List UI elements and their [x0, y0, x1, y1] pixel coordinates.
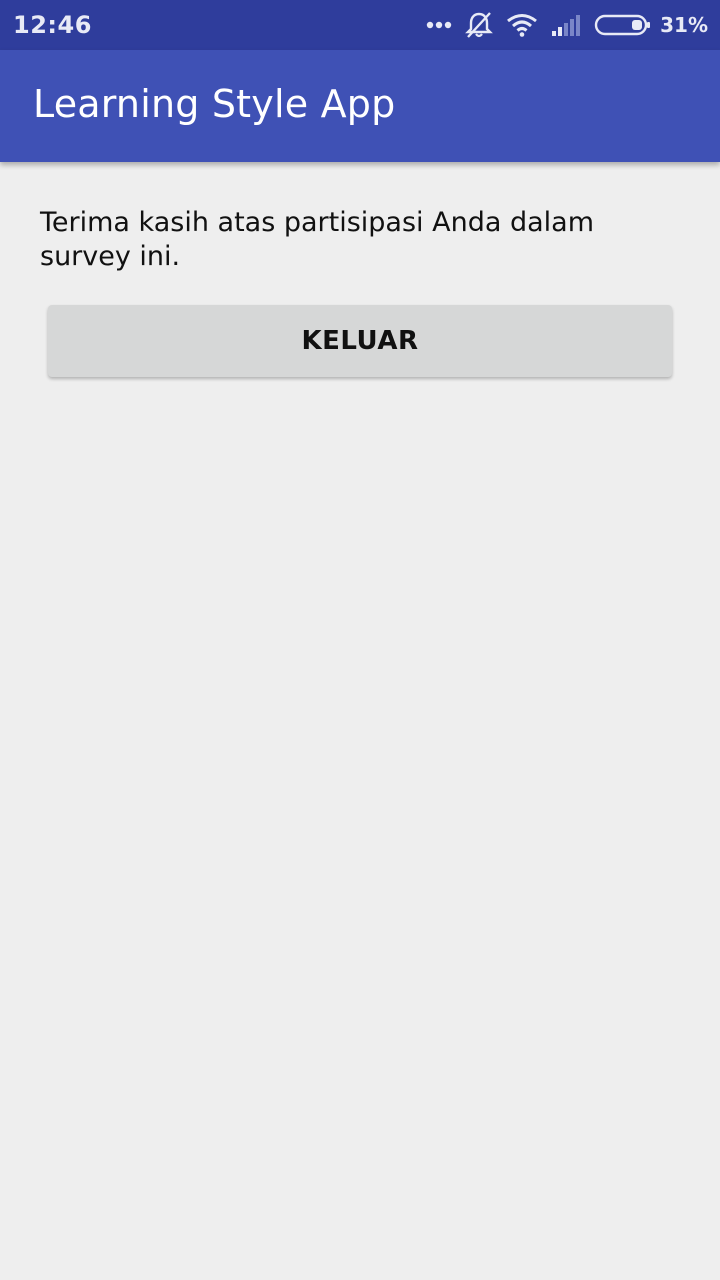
- main-content: Terima kasih atas partisipasi Anda dalam…: [0, 162, 720, 1280]
- battery-icon: [594, 13, 652, 37]
- status-bar: 12:46 31%: [0, 0, 720, 50]
- more-dots-icon: [426, 21, 452, 29]
- exit-button[interactable]: KELUAR: [48, 305, 672, 377]
- app-title: Learning Style App: [33, 82, 396, 126]
- app-bar: Learning Style App: [0, 50, 720, 162]
- wifi-icon: [506, 13, 538, 37]
- thank-you-message: Terima kasih atas partisipasi Anda dalam…: [40, 207, 595, 272]
- status-time: 12:46: [13, 11, 92, 39]
- silent-bell-icon: [464, 11, 494, 39]
- status-icons: 31%: [414, 0, 708, 50]
- battery-percent: 31%: [660, 13, 708, 37]
- signal-icon: [550, 13, 582, 37]
